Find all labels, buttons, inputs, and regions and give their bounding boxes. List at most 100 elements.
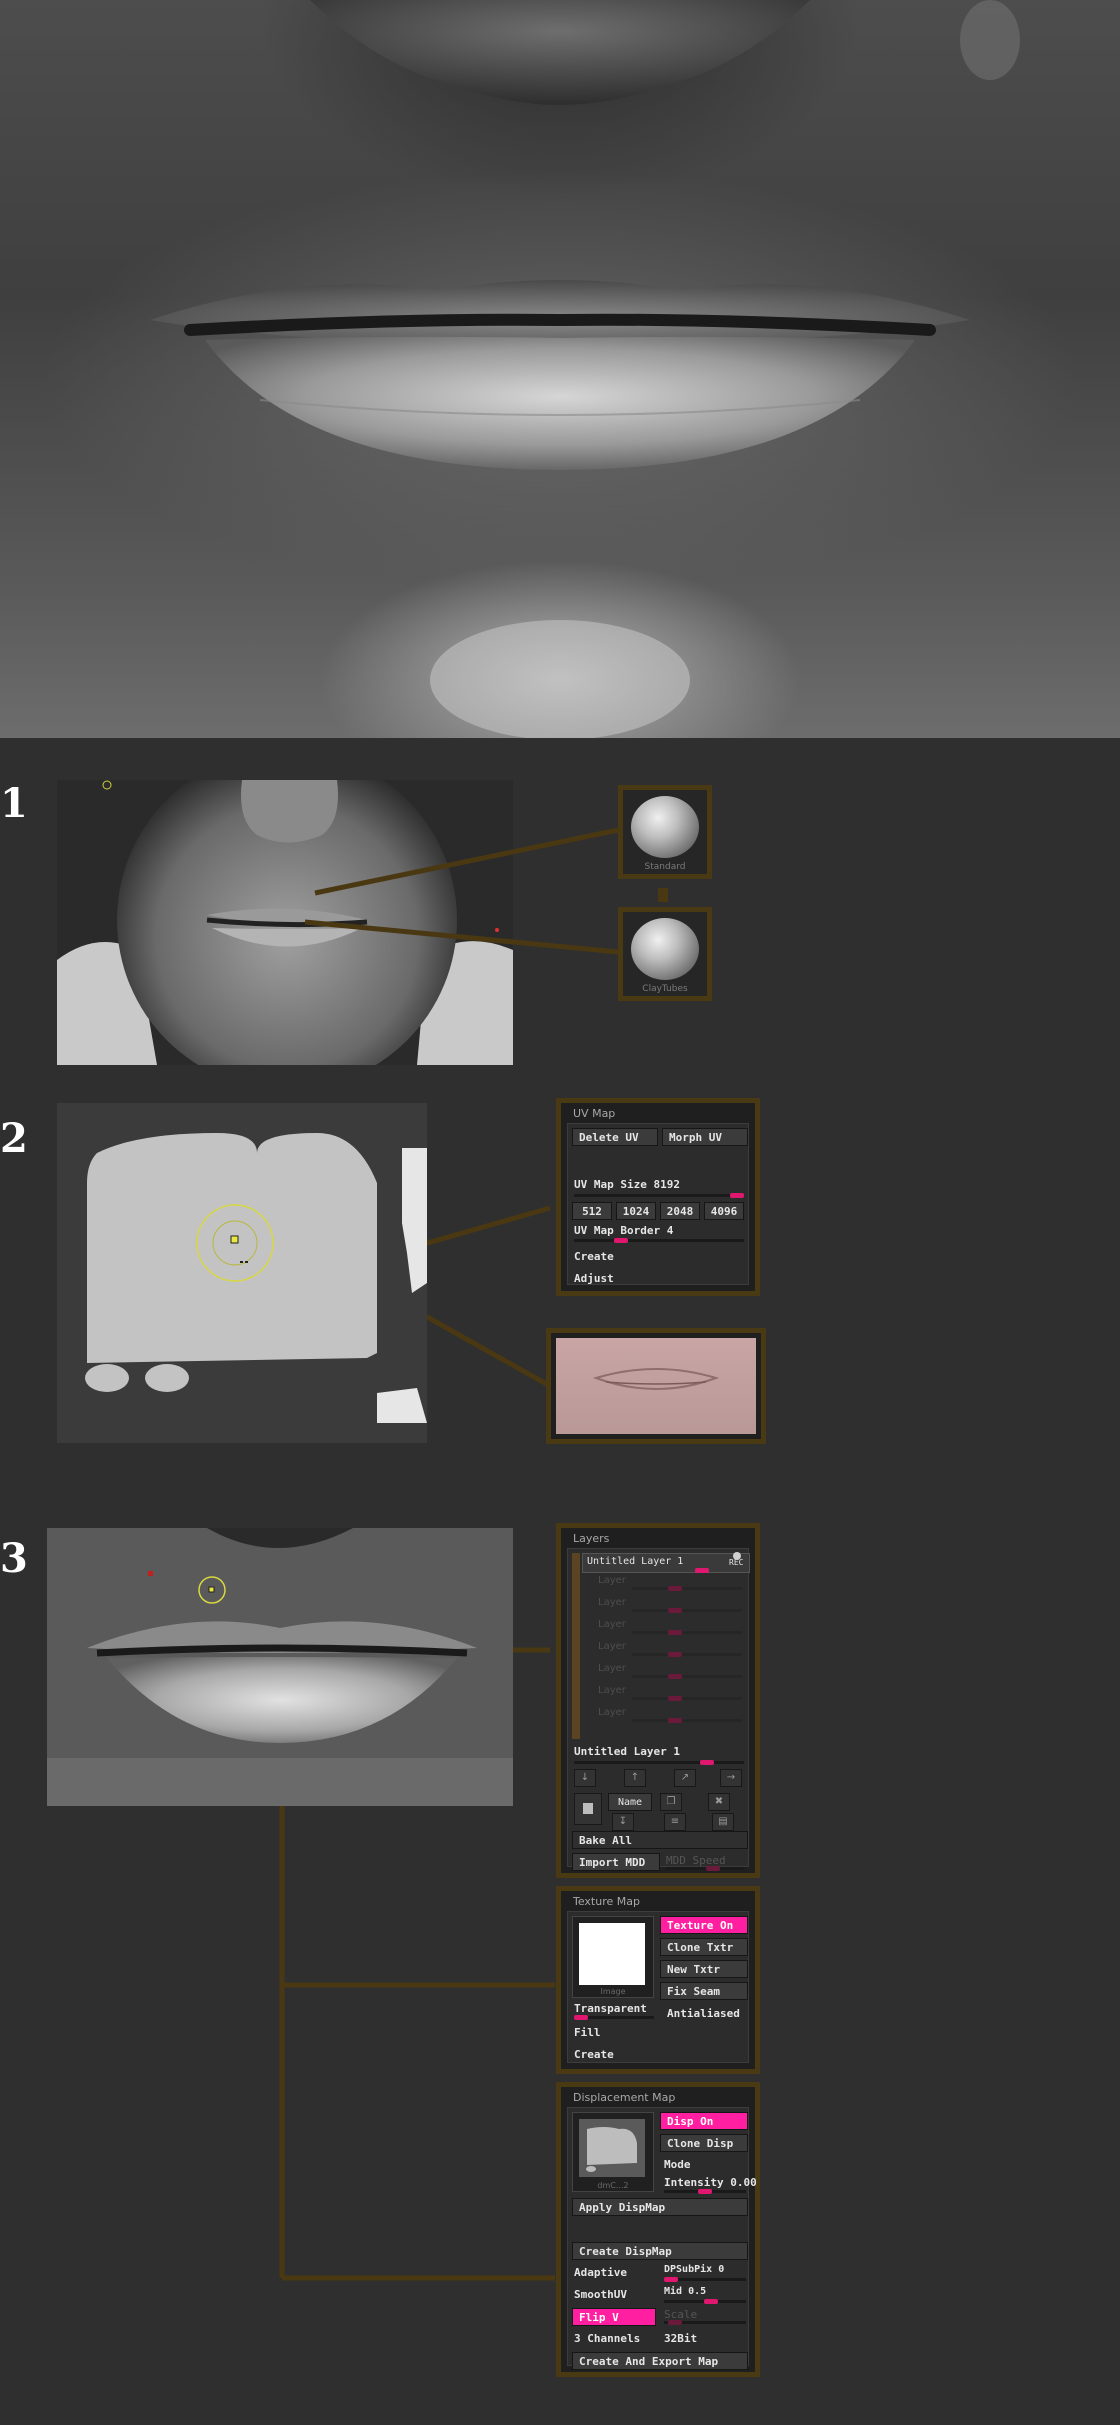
layers-scrollbar[interactable] — [572, 1553, 580, 1739]
texture-thumb — [579, 1923, 645, 1985]
bake-all-button[interactable]: Bake All — [572, 1831, 748, 1849]
transparent-slider[interactable] — [574, 2015, 654, 2020]
texture-map-title: Texture Map — [573, 1895, 640, 1908]
layer-row-empty[interactable]: Layer — [582, 1641, 748, 1659]
clone-txtr-button[interactable]: Clone Txtr — [660, 1938, 748, 1956]
mdd-speed-slider[interactable] — [666, 1866, 744, 1871]
layer-row-empty[interactable]: Layer — [582, 1597, 748, 1615]
uv-viewport[interactable] — [57, 1103, 427, 1443]
new-layer-icon[interactable] — [574, 1793, 602, 1825]
layer-row-empty[interactable]: Layer — [582, 1619, 748, 1637]
layer-slider[interactable] — [632, 1674, 742, 1679]
new-txtr-button[interactable]: New Txtr — [660, 1960, 748, 1978]
uv-size-4096-button[interactable]: 4096 — [704, 1202, 744, 1220]
uv-adjust-button[interactable]: Adjust — [574, 1272, 614, 1285]
current-layer-slider[interactable] — [574, 1760, 744, 1765]
clone-disp-button[interactable]: Clone Disp — [660, 2134, 748, 2152]
mid-slider[interactable] — [664, 2299, 746, 2304]
slider-knob[interactable] — [698, 2189, 712, 2194]
slider-knob[interactable] — [730, 1193, 744, 1198]
layer-next-icon[interactable]: → — [720, 1769, 742, 1787]
flip-v-button[interactable]: Flip V — [572, 2308, 656, 2326]
slider-knob[interactable] — [700, 1760, 714, 1765]
uv-create-button[interactable]: Create — [574, 1250, 614, 1263]
displacement-thumb-frame[interactable]: dmC...2 — [572, 2112, 654, 2192]
layer-slot-label: Layer — [598, 1663, 626, 1674]
slider-knob[interactable] — [668, 2320, 682, 2325]
copy-layer-icon[interactable]: ❐ — [660, 1793, 682, 1811]
fill-button[interactable]: Fill — [574, 2026, 601, 2039]
layer-row-empty[interactable]: Layer — [582, 1685, 748, 1703]
layer-slider[interactable] — [632, 1718, 742, 1723]
channels-button[interactable]: 3 Channels — [574, 2332, 640, 2345]
slider-knob[interactable] — [668, 1652, 682, 1657]
uv-size-2048-button[interactable]: 2048 — [660, 1202, 700, 1220]
layer-forward-icon[interactable]: ↗ — [674, 1769, 696, 1787]
merge-layer-icon[interactable]: ↧ — [612, 1813, 634, 1831]
intensity-label: Intensity 0.00 — [664, 2176, 757, 2189]
layer-settings-icon[interactable]: ▤ — [712, 1813, 734, 1831]
uv-size-512-button[interactable]: 512 — [572, 1202, 612, 1220]
slider-knob[interactable] — [704, 2299, 718, 2304]
slider-knob[interactable] — [706, 1866, 720, 1871]
uv-map-border-slider[interactable] — [574, 1238, 744, 1243]
disp-on-button[interactable]: Disp On — [660, 2112, 748, 2130]
layer-name-button[interactable]: Name — [608, 1793, 652, 1811]
move-layer-up-icon[interactable]: ↑ — [624, 1769, 646, 1787]
create-export-map-button[interactable]: Create And Export Map — [572, 2352, 748, 2370]
layer-row-active[interactable]: Untitled Layer 1 REC — [582, 1552, 750, 1573]
lips-detail-image — [47, 1528, 513, 1806]
texture-on-button[interactable]: Texture On — [660, 1916, 748, 1934]
layer-slider[interactable] — [632, 1630, 742, 1635]
displacement-thumb — [579, 2119, 645, 2177]
slider-knob[interactable] — [668, 1674, 682, 1679]
slider-knob[interactable] — [668, 1718, 682, 1723]
displacement-uv-preview — [586, 2127, 637, 2172]
layer-slot-label: Layer — [598, 1619, 626, 1630]
layer-slider[interactable] — [632, 1696, 742, 1701]
uv-map-border-value: 4 — [666, 1224, 674, 1237]
slider-knob[interactable] — [668, 1608, 682, 1613]
layer-intensity-slider[interactable] — [643, 1568, 743, 1573]
dpsubpix-slider[interactable] — [664, 2277, 746, 2282]
scale-slider[interactable] — [664, 2320, 746, 2325]
mode-button[interactable]: Mode — [664, 2158, 691, 2171]
intensity-slider[interactable] — [664, 2189, 746, 2194]
layer-slider[interactable] — [632, 1586, 742, 1591]
delete-uv-button[interactable]: Delete UV — [572, 1128, 658, 1146]
import-mdd-button[interactable]: Import MDD — [572, 1853, 660, 1871]
delete-layer-icon[interactable]: ✖ — [708, 1793, 730, 1811]
bits-button[interactable]: 32Bit — [664, 2332, 697, 2345]
layer-slider[interactable] — [632, 1652, 742, 1657]
slider-knob[interactable] — [614, 1238, 628, 1243]
move-layer-down-icon[interactable]: ↓ — [574, 1769, 596, 1787]
rec-icon — [733, 1552, 741, 1560]
layer-row-empty[interactable]: Layer — [582, 1663, 748, 1681]
slider-knob[interactable] — [668, 1630, 682, 1635]
split-layer-icon[interactable]: ≡ — [664, 1813, 686, 1831]
fix-seam-button[interactable]: Fix Seam — [660, 1982, 748, 2000]
layer-slot-label: Layer — [598, 1597, 626, 1608]
uv-map-size-slider[interactable] — [574, 1193, 744, 1198]
smoothuv-button[interactable]: SmoothUV — [574, 2288, 627, 2301]
uv-size-1024-button[interactable]: 1024 — [616, 1202, 656, 1220]
slider-knob[interactable] — [668, 1696, 682, 1701]
adaptive-button[interactable]: Adaptive — [574, 2266, 627, 2279]
slider-knob[interactable] — [574, 2015, 588, 2020]
slider-knob[interactable] — [695, 1568, 709, 1573]
layer-row-empty[interactable]: Layer — [582, 1575, 748, 1593]
create-dispmap-button[interactable]: Create DispMap — [572, 2242, 748, 2260]
morph-uv-button[interactable]: Morph UV — [662, 1128, 748, 1146]
slider-knob[interactable] — [668, 1586, 682, 1591]
lips-viewport[interactable] — [47, 1528, 513, 1806]
uv-map-title: UV Map — [573, 1107, 616, 1120]
texture-thumb-frame[interactable]: Image — [572, 1916, 654, 1998]
slider-knob[interactable] — [664, 2277, 678, 2282]
layer-slider[interactable] — [632, 1608, 742, 1613]
layer-slot-label: Layer — [598, 1641, 626, 1652]
texture-create-button[interactable]: Create — [574, 2048, 614, 2061]
texture-preview-image — [556, 1338, 756, 1434]
layer-row-empty[interactable]: Layer — [582, 1707, 748, 1725]
antialiased-button[interactable]: Antialiased — [660, 2004, 748, 2022]
apply-dispmap-button[interactable]: Apply DispMap — [572, 2198, 748, 2216]
